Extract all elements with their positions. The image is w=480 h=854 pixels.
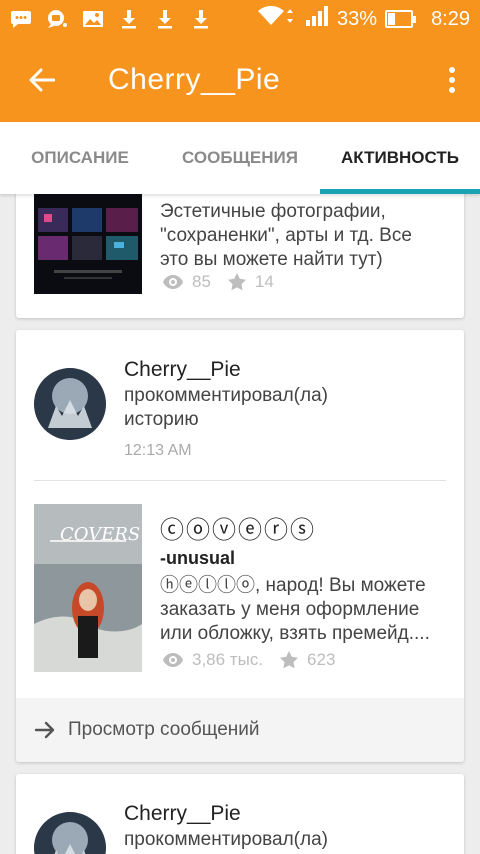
stars-count: 14 [254,272,274,291]
battery-percent: 33% [337,7,378,30]
user-name[interactable]: Cherry__Pie [124,358,241,382]
story-cover[interactable]: COVERS [34,504,142,672]
user-name[interactable]: Cherry__Pie [124,802,241,826]
tab-messages[interactable]: СООБЩЕНИЯ [160,122,320,194]
image-icon [82,9,104,29]
story-excerpt: ⓗⓔⓛⓛⓞ, народ! Вы можете заказать у меня … [160,574,456,646]
activity-action: прокомментировал(ла) [124,829,328,850]
battery-icon [385,10,417,28]
status-bar: 33% 8:29 [0,0,480,38]
more-options-button[interactable] [424,38,480,122]
post-excerpt-line: это вы можете найти тут) [160,249,383,270]
story-excerpt-line: заказать у меня оформление [160,599,420,620]
story-cover-text: COVERS [60,524,141,545]
post-excerpt-line: Эстетичные фотографии, [160,201,386,222]
eye-icon [163,275,183,289]
eye-icon [163,653,183,667]
story-author[interactable]: -unusual [160,548,235,569]
download-icon [154,9,176,29]
page-title: Cherry__Pie [108,63,281,96]
back-button[interactable] [0,38,84,122]
views-count: 85 [192,272,211,291]
wifi-icon [257,5,297,33]
activity-time: 12:13 AM [124,442,192,459]
post-thumbnail[interactable] [34,180,142,294]
chat-icon [10,9,32,29]
more-vert-icon [449,67,455,93]
tab-activity[interactable]: АКТИВНОСТЬ [320,122,480,194]
activity-card: Cherry__Pie прокомментировал(ла) [16,774,464,854]
post-stats: 85 14 [162,272,274,292]
tab-bar: ОПИСАНИЕ СООБЩЕНИЯ АКТИВНОСТЬ [0,122,480,194]
divider [34,480,446,481]
download-icon [118,9,140,29]
avatar[interactable] [34,368,106,440]
activity-action-line: историю [124,409,199,430]
story-stats: 3,86 тыс. 623 [162,650,335,670]
view-messages-label: Просмотр сообщений [68,719,260,740]
signal-icon [305,5,329,33]
stars-count: 623 [307,650,336,669]
star-icon [227,273,246,291]
clock: 8:29 [431,7,470,30]
story-excerpt-line: ⓗⓔⓛⓛⓞ, народ! Вы можете [160,575,426,596]
views-count: 3,86 тыс. [192,650,264,669]
arrow-left-icon [29,68,55,92]
download-icon [190,9,212,29]
activity-action: прокомментировал(ла) историю [124,384,328,432]
tab-description[interactable]: ОПИСАНИЕ [0,122,160,194]
star-icon [280,651,299,669]
post-excerpt-line: "сохраненки", арты и тд. Все [160,225,412,246]
story-excerpt-line: или обложку, взять премейд.... [160,623,430,644]
avatar[interactable] [34,812,106,854]
activity-card: Cherry__Pie прокомментировал(ла) историю… [16,330,464,762]
app-bar: Cherry__Pie [0,38,480,122]
activity-action-line: прокомментировал(ла) [124,385,328,406]
story-title[interactable]: ⓒⓞⓥⓔⓡⓢ [160,510,316,545]
arrow-right-icon [34,721,55,739]
message-icon [46,9,68,29]
view-messages-link[interactable]: Просмотр сообщений [16,698,464,762]
